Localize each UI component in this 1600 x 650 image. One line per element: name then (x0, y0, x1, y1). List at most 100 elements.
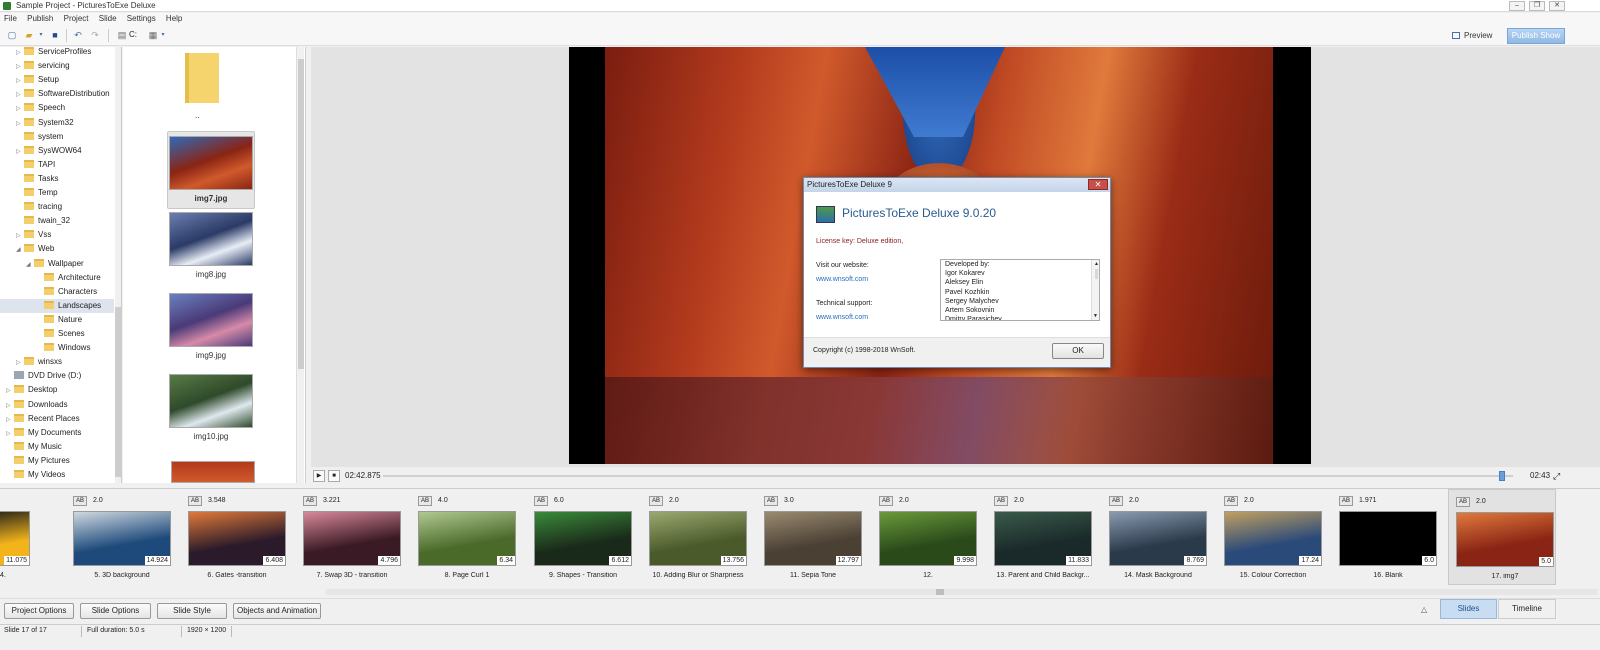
save-icon[interactable]: ■ (50, 30, 60, 40)
tree-item[interactable]: TAPI (0, 158, 114, 172)
open-folder-icon[interactable]: ▰ (24, 30, 34, 40)
transition-ab-icon[interactable]: AB (1109, 496, 1123, 506)
tree-item[interactable]: ▷ Downloads (0, 398, 114, 412)
tree-item[interactable]: ▷ SysWOW64 (0, 144, 114, 158)
tab-timeline[interactable]: Timeline (1498, 599, 1556, 619)
tree-item[interactable]: ◢ Web (0, 242, 114, 256)
slides-scrollbar[interactable] (326, 589, 1598, 595)
redo-icon[interactable]: ↷ (90, 30, 100, 40)
ok-button[interactable]: OK (1052, 343, 1104, 359)
transition-ab-icon[interactable]: AB (649, 496, 663, 506)
expand-arrow-icon[interactable]: ▷ (16, 229, 24, 243)
parent-folder-icon[interactable] (185, 53, 219, 103)
tree-item[interactable]: ▷ winsxs (0, 355, 114, 369)
slide-thumbnail[interactable]: 11.833 (994, 511, 1092, 566)
transition-ab-icon[interactable]: AB (303, 496, 317, 506)
expand-arrow-icon[interactable]: ▷ (6, 427, 14, 441)
slide-item[interactable]: AB 2.0 9.998 12. (879, 489, 994, 585)
file-thumbnail[interactable]: img7.jpg (167, 131, 255, 209)
expand-arrow-icon[interactable]: ▷ (6, 413, 14, 427)
tree-item[interactable]: ▷ System32 (0, 116, 114, 130)
seek-knob[interactable] (1498, 471, 1505, 481)
slide-item[interactable]: AB 2.0 13.756 10. Adding Blur or Sharpness (649, 489, 764, 585)
slide-thumbnail[interactable]: 14.924 (73, 511, 171, 566)
slide-item[interactable]: AB 1.971 6.0 16. Blank (1339, 489, 1454, 585)
tree-item[interactable]: ▷ ServiceProfiles (0, 47, 114, 59)
transition-ab-icon[interactable]: AB (1224, 496, 1238, 506)
expand-arrow-icon[interactable]: ▷ (16, 145, 24, 159)
tree-item[interactable]: DVD Drive (D:) (0, 369, 114, 383)
expand-arrow-icon[interactable]: ▷ (6, 384, 14, 398)
tree-item[interactable]: ▷ Speech (0, 101, 114, 115)
collapse-up-icon[interactable]: △ (1421, 605, 1427, 614)
tree-item[interactable]: Temp (0, 186, 114, 200)
slide-thumbnail[interactable]: 6.612 (534, 511, 632, 566)
slide-item[interactable]: AB 2.0 11.833 13. Parent and Child Backgr..… (994, 489, 1109, 585)
tree-item[interactable]: Landscapes (0, 298, 114, 313)
slide-item[interactable]: AB 3.548 6.408 6. Gates -transition (188, 489, 303, 585)
collapse-arrow-icon[interactable]: ◢ (16, 243, 24, 257)
transition-ab-icon[interactable]: AB (1456, 497, 1470, 507)
minimize-icon[interactable]: – (1509, 1, 1525, 11)
publish-show-button[interactable]: Publish Show (1507, 28, 1565, 44)
stop-icon[interactable]: ■ (328, 470, 340, 482)
undo-icon[interactable]: ↶ (73, 30, 83, 40)
transition-ab-icon[interactable]: AB (188, 496, 202, 506)
tree-item[interactable]: Windows (0, 341, 114, 355)
transition-ab-icon[interactable]: AB (1339, 496, 1353, 506)
drive-icon[interactable]: ▤ (117, 30, 127, 40)
maximize-icon[interactable]: ❐ (1529, 1, 1545, 11)
slide-options-button[interactable]: Slide Options (80, 603, 151, 619)
slide-item[interactable]: AB 3.221 4.796 7. Swap 3D - transition (303, 489, 418, 585)
expand-arrow-icon[interactable]: ▷ (16, 47, 24, 60)
menu-slide[interactable]: Slide (95, 13, 121, 25)
tree-item[interactable]: My Pictures (0, 454, 114, 468)
tab-slides[interactable]: Slides (1440, 599, 1497, 619)
slide-item[interactable]: AB 3.0 12.797 11. Sepia Tone (764, 489, 879, 585)
expand-arrow-icon[interactable]: ▷ (16, 102, 24, 116)
expand-arrow-icon[interactable]: ▷ (16, 60, 24, 74)
thumbnails-scrollbar[interactable] (296, 47, 304, 483)
slide-item[interactable]: AB 2.0 14.924 5. 3D background (73, 489, 188, 585)
menu-project[interactable]: Project (60, 13, 93, 25)
tree-item[interactable]: ▷ Recent Places (0, 412, 114, 426)
tree-item[interactable]: ▷ Desktop (0, 383, 114, 397)
tree-item[interactable]: Characters (0, 285, 114, 299)
slide-item[interactable]: AB 6.0 6.612 9. Shapes - Transition (534, 489, 649, 585)
view-mode-icon[interactable]: ▦ (148, 30, 158, 40)
folder-tree-scroll-thumb[interactable] (115, 307, 121, 477)
tree-item[interactable]: ▷ servicing (0, 59, 114, 73)
slide-thumbnail[interactable]: 13.756 (649, 511, 747, 566)
expand-arrow-icon[interactable]: ▷ (16, 117, 24, 131)
tree-item[interactable]: Nature (0, 313, 114, 327)
slide-thumbnail[interactable]: 17.24 (1224, 511, 1322, 566)
transition-ab-icon[interactable]: AB (879, 496, 893, 506)
slide-thumbnail[interactable]: 5.0 (1456, 512, 1554, 567)
slide-thumbnail[interactable]: 11.075 (0, 511, 30, 566)
slide-thumbnail[interactable]: 6.0 (1339, 511, 1437, 566)
tree-item[interactable]: ▷ Setup (0, 73, 114, 87)
menu-file[interactable]: File (0, 13, 21, 25)
credits-scrollbar[interactable]: ▲ ▼ (1091, 260, 1099, 320)
slides-scroll-knob[interactable] (936, 589, 944, 595)
tree-item[interactable]: system (0, 130, 114, 144)
dialog-close-button[interactable]: ✕ (1088, 179, 1108, 190)
transition-ab-icon[interactable]: AB (73, 496, 87, 506)
fullscreen-icon[interactable]: ⤢ (1553, 471, 1560, 482)
credits-list[interactable]: Developed by: Igor Kokarev Aleksey Elin Pav… (940, 259, 1100, 321)
slide-thumbnail[interactable]: 6.34 (418, 511, 516, 566)
website-link[interactable]: www.wnsoft.com (816, 276, 868, 283)
preview-button[interactable]: Preview (1452, 29, 1498, 43)
tree-item[interactable]: ▷ Vss (0, 228, 114, 242)
thumbnails-scroll-thumb[interactable] (298, 59, 304, 369)
slide-thumbnail[interactable]: 12.797 (764, 511, 862, 566)
menu-help[interactable]: Help (162, 13, 186, 25)
slide-item[interactable]: AB 2.0 5.0 17. img7 (1448, 489, 1556, 585)
slide-thumbnail[interactable]: 8.769 (1109, 511, 1207, 566)
credits-scroll-thumb[interactable] (1095, 269, 1098, 279)
menu-publish[interactable]: Publish (23, 13, 57, 25)
tree-item[interactable]: Tasks (0, 172, 114, 186)
transition-ab-icon[interactable]: AB (418, 496, 432, 506)
slide-thumbnail[interactable]: 9.998 (879, 511, 977, 566)
tree-item[interactable]: Architecture (0, 271, 114, 285)
